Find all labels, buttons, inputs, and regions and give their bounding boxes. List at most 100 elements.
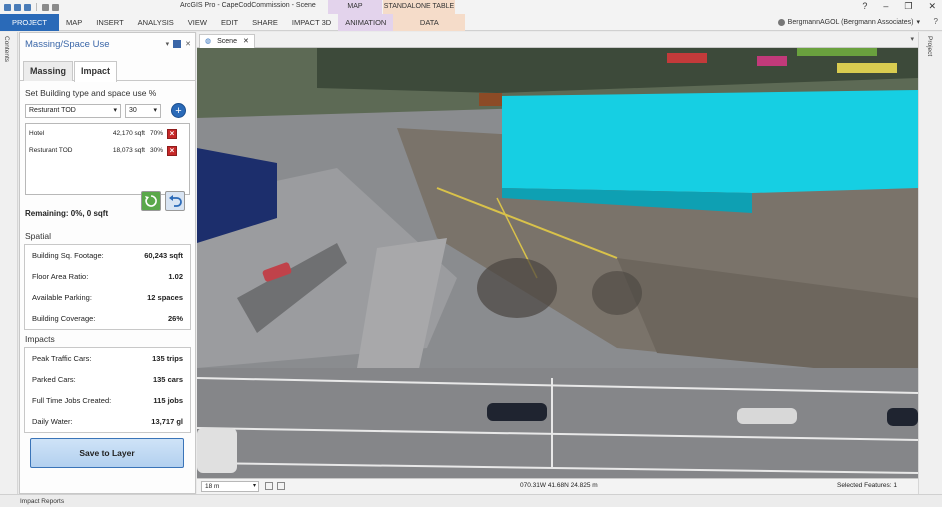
ribbon-help-icon[interactable]: ? (934, 17, 938, 26)
tab-impact[interactable]: Impact (74, 61, 118, 82)
impacts-heading: Impacts (25, 334, 55, 344)
tab-insert[interactable]: INSERT (89, 14, 130, 31)
undo-arrow-icon (169, 195, 182, 207)
scale-select[interactable]: 18 m (201, 481, 259, 492)
use-sqft: 18,073 sqft (112, 147, 145, 154)
status-tools (265, 482, 285, 490)
bottom-tab-bar: Impact Reports (0, 494, 942, 507)
redo-icon[interactable] (52, 3, 59, 11)
remove-use-button[interactable]: × (167, 145, 177, 156)
remove-use-button[interactable]: × (167, 128, 177, 139)
percent-select[interactable]: 30 (125, 103, 161, 118)
metric-label: Full Time Jobs Created: (32, 396, 112, 405)
close-icon[interactable]: ✕ (928, 1, 936, 12)
list-item: Resturant TOD 18,073 sqft 30% × (26, 143, 189, 158)
maximize-icon[interactable]: ❐ (904, 1, 912, 12)
pane-options-icon[interactable]: ▾ (166, 40, 170, 48)
tab-analysis[interactable]: ANALYSIS (131, 14, 181, 31)
add-use-button[interactable]: + (171, 103, 186, 118)
tab-project[interactable]: PROJECT (0, 13, 60, 31)
spatial-row: Building Coverage: 26% (32, 308, 183, 329)
coordinates-readout: 070.31W 41.68N 24.825 m (520, 482, 598, 489)
space-use-list: Hotel 42,170 sqft 70% × Resturant TOD 18… (25, 123, 190, 195)
impact-row: Daily Water: 13,717 gl (32, 411, 183, 432)
tab-view[interactable]: VIEW (181, 14, 214, 31)
spatial-card: Building Sq. Footage: 60,243 sqft Floor A… (24, 244, 191, 330)
chevron-down-icon[interactable]: ▾ (910, 35, 914, 43)
tab-animation[interactable]: ANIMATION (338, 13, 394, 31)
refresh-button[interactable] (141, 191, 161, 211)
scene-tab-label: Scene (217, 38, 237, 45)
tab-massing[interactable]: Massing (23, 61, 74, 81)
toolbar-divider (36, 3, 37, 11)
title-bar: ArcGIS Pro - CapeCodCommission - Scene ?… (0, 0, 942, 14)
use-percent: 70% (149, 130, 163, 137)
tab-share[interactable]: SHARE (245, 14, 285, 31)
tab-impact-3d[interactable]: IMPACT 3D (285, 14, 338, 31)
user-name: BergmannAGOL (Bergmann Associates) (787, 18, 914, 26)
pane-title: Massing/Space Use (25, 38, 110, 50)
status-bar: 18 m 070.31W 41.68N 24.825 m Selected Fe… (197, 478, 918, 494)
contents-strip-label: Contents (3, 36, 10, 63)
spatial-heading: Spatial (25, 231, 51, 241)
new-project-icon[interactable] (4, 3, 11, 11)
undo-button[interactable] (165, 191, 185, 211)
building-type-controls: Resturant TOD 30 + (20, 103, 195, 118)
view-tab-bar: ◍ Scene ✕ ▾ (197, 32, 918, 48)
metric-label: Floor Area Ratio: (32, 272, 89, 281)
project-strip[interactable]: Project (918, 32, 942, 494)
impact-reports-tab[interactable]: Impact Reports (20, 498, 64, 505)
massing-space-use-pane: Massing/Space Use ▾ ✕ Massing Impact Set… (19, 32, 196, 494)
proposed-building (502, 90, 918, 193)
impact-row: Peak Traffic Cars: 135 trips (32, 348, 183, 369)
spatial-row: Available Parking: 12 spaces (32, 287, 183, 308)
spatial-row: Building Sq. Footage: 60,243 sqft (32, 245, 183, 266)
selected-features[interactable]: Selected Features: 1 (837, 482, 897, 489)
globe-icon: ◍ (205, 38, 212, 45)
use-sqft: 42,170 sqft (112, 130, 145, 137)
metric-label: Building Coverage: (32, 314, 96, 323)
impacts-card: Peak Traffic Cars: 135 trips Parked Cars:… (24, 347, 191, 433)
minimize-icon[interactable]: – (883, 1, 888, 12)
tab-map[interactable]: MAP (59, 14, 89, 31)
navigator-icon[interactable] (265, 482, 273, 490)
pane-close-icon[interactable]: ✕ (185, 40, 191, 48)
undo-icon[interactable] (42, 3, 49, 11)
metric-label: Peak Traffic Cars: (32, 354, 92, 363)
contextual-header-standalone-table: STANDALONE TABLE (383, 0, 455, 14)
close-tab-icon[interactable]: ✕ (243, 35, 249, 48)
scene-imagery (197, 48, 918, 478)
window-title: ArcGIS Pro - CapeCodCommission - Scene (180, 2, 316, 9)
metric-value: 115 jobs (153, 396, 183, 405)
metric-value: 13,717 gl (151, 417, 183, 426)
tab-data[interactable]: DATA (393, 13, 466, 31)
window-controls: ? – ❐ ✕ (862, 1, 936, 12)
metric-label: Building Sq. Footage: (32, 251, 104, 260)
metric-value: 1.02 (168, 272, 183, 281)
help-icon[interactable]: ? (862, 1, 867, 12)
save-to-layer-button[interactable]: Save to Layer (30, 438, 184, 468)
pane-controls: ▾ ✕ (166, 40, 191, 48)
contents-strip[interactable]: Contents (0, 32, 18, 494)
save-project-icon[interactable] (24, 3, 31, 11)
use-name: Hotel (29, 130, 45, 137)
metric-value: 135 cars (152, 375, 183, 384)
pane-header: Massing/Space Use ▾ ✕ (20, 33, 195, 55)
tab-scene[interactable]: ◍ Scene ✕ (199, 34, 255, 48)
scene-view[interactable] (197, 48, 918, 478)
set-building-label: Set Building type and space use % (25, 88, 157, 98)
tab-edit[interactable]: EDIT (214, 14, 245, 31)
metric-value: 135 trips (152, 354, 183, 363)
open-project-icon[interactable] (14, 3, 21, 11)
pin-icon[interactable] (173, 40, 182, 48)
use-name: Resturant TOD (29, 147, 73, 154)
metric-value: 12 spaces (147, 293, 183, 302)
impact-row: Parked Cars: 135 cars (32, 369, 183, 390)
quick-access-toolbar (0, 3, 59, 11)
metric-label: Daily Water: (32, 417, 73, 426)
refresh-icon (145, 195, 157, 207)
user-account[interactable]: BergmannAGOL (Bergmann Associates) ▾ (777, 18, 920, 26)
impact-row: Full Time Jobs Created: 115 jobs (32, 390, 183, 411)
building-type-select[interactable]: Resturant TOD (25, 103, 121, 118)
pause-drawing-icon[interactable] (277, 482, 285, 490)
